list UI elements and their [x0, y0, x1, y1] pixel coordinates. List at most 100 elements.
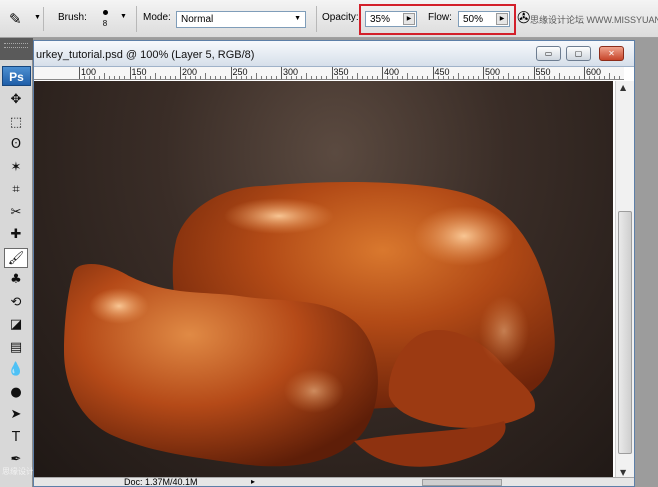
vertical-scrollbar[interactable]: ▲ ▼ — [615, 81, 634, 479]
brush-tip-icon — [102, 10, 108, 15]
path-selection-icon: ➤ — [10, 407, 22, 422]
ruler-minor-tick — [619, 76, 621, 79]
brush-label: Brush: — [58, 12, 87, 23]
ruler-minor-tick — [291, 76, 293, 79]
lasso-tool[interactable]: ʘ — [4, 135, 28, 155]
maximize-button[interactable]: ▢ — [566, 46, 591, 61]
document-window: urkey_tutorial.psd @ 100% (Layer 5, RGB/… — [33, 40, 635, 487]
minimize-button[interactable]: ▭ — [536, 46, 561, 61]
ruler-minor-tick — [361, 76, 363, 79]
ruler-minor-tick — [614, 76, 616, 79]
crop-icon: ⌗ — [12, 182, 20, 197]
scroll-thumb[interactable] — [618, 211, 632, 454]
ruler-minor-tick — [609, 73, 611, 79]
history-brush-tool[interactable]: ⟲ — [4, 293, 28, 313]
toolbox-grip[interactable] — [0, 38, 33, 60]
ruler-minor-tick — [341, 76, 343, 79]
ruler-minor-tick — [599, 76, 601, 79]
scroll-up-icon[interactable]: ▲ — [620, 83, 626, 92]
document-titlebar[interactable]: urkey_tutorial.psd @ 100% (Layer 5, RGB/… — [34, 41, 634, 67]
brush-preset-picker[interactable]: 8 — [96, 8, 114, 32]
ruler-minor-tick — [457, 73, 459, 79]
ruler-minor-tick — [225, 76, 227, 79]
ruler-minor-tick — [200, 76, 202, 79]
marquee-icon: ⬚ — [9, 114, 23, 130]
photoshop-logo[interactable]: Ps — [2, 66, 31, 86]
ruler-minor-tick — [538, 76, 540, 79]
ruler-minor-tick — [568, 76, 570, 79]
ruler-minor-tick — [417, 76, 419, 79]
ruler-minor-tick — [553, 76, 555, 79]
pen-icon: ✒ — [10, 452, 22, 467]
ruler-minor-tick — [195, 76, 197, 79]
eraser-tool[interactable]: ◪ — [4, 315, 28, 335]
ruler-minor-tick — [589, 76, 591, 79]
ruler-minor-tick — [427, 76, 429, 79]
ruler-tick — [483, 67, 484, 79]
mode-select[interactable]: Normal ▼ — [176, 11, 306, 28]
tool-preset-picker[interactable]: ✎ ▼ — [4, 7, 44, 31]
brush-size: 8 — [102, 19, 108, 28]
dodge-tool[interactable]: ● — [4, 383, 28, 403]
photoshop-window: ✎ ▼ Brush: 8 ▼ Mode: Normal ▼ Opacity: 3… — [0, 0, 658, 487]
ruler-tick — [79, 67, 80, 79]
highlight — [224, 198, 334, 234]
highlight — [414, 206, 514, 266]
ruler-minor-tick — [275, 76, 277, 79]
healing-brush-tool[interactable]: ✚ — [4, 225, 28, 245]
canvas[interactable] — [34, 81, 613, 479]
ruler-minor-tick — [124, 76, 126, 79]
brush-tool[interactable]: 🖌 — [4, 247, 28, 268]
watermark: 思缘设计论坛 WWW.MISSYUAN.COM — [530, 15, 658, 25]
ruler-minor-tick — [437, 76, 439, 79]
ruler-minor-tick — [392, 76, 394, 79]
ruler-minor-tick — [255, 73, 257, 79]
status-menu-arrow[interactable]: ▸ — [251, 478, 255, 486]
airbrush-icon[interactable]: ✇ — [517, 8, 530, 28]
magic-wand-tool[interactable]: ✶ — [4, 158, 28, 178]
ruler-minor-tick — [301, 76, 303, 79]
annotation-highlight — [359, 4, 516, 35]
ruler-minor-tick — [447, 76, 449, 79]
ruler-minor-tick — [169, 76, 171, 79]
horizontal-scroll-thumb[interactable] — [422, 479, 502, 486]
scroll-down-icon[interactable]: ▼ — [620, 468, 626, 477]
ruler-minor-tick — [321, 76, 323, 79]
ruler-minor-tick — [452, 76, 454, 79]
toolbox: Ps ✥ ⬚ ʘ ✶ ⌗ ✂ ✚ 🖌 ♣ ⟲ ◪ ▤ 💧 ● ➤ T ✒ — [0, 38, 33, 487]
crop-tool[interactable]: ⌗ — [4, 180, 28, 200]
clone-stamp-tool[interactable]: ♣ — [4, 270, 28, 290]
chevron-down-icon[interactable]: ▼ — [120, 13, 127, 20]
ruler-minor-tick — [498, 76, 500, 79]
ruler-minor-tick — [346, 76, 348, 79]
close-button[interactable]: ✕ — [599, 46, 624, 61]
gradient-icon: ▤ — [9, 339, 23, 355]
clone-stamp-icon: ♣ — [10, 272, 22, 287]
ruler-minor-tick — [316, 76, 318, 79]
ruler-minor-tick — [109, 76, 111, 79]
ruler-minor-tick — [472, 76, 474, 79]
ruler-minor-tick — [89, 76, 91, 79]
gradient-tool[interactable]: ▤ — [4, 338, 28, 358]
horizontal-ruler[interactable]: 10015020025030035040045050055060065 — [34, 67, 624, 80]
slice-tool[interactable]: ✂ — [4, 203, 28, 223]
blur-tool[interactable]: 💧 — [4, 360, 28, 380]
marquee-tool[interactable]: ⬚ — [4, 113, 28, 133]
ruler-minor-tick — [462, 76, 464, 79]
ruler-minor-tick — [260, 76, 262, 79]
ruler-minor-tick — [159, 76, 161, 79]
brush-icon: ✎ — [9, 11, 22, 28]
move-tool[interactable]: ✥ — [4, 90, 28, 110]
ruler-minor-tick — [119, 76, 121, 79]
ruler-minor-tick — [185, 76, 187, 79]
history-brush-icon: ⟲ — [10, 294, 22, 310]
ruler-minor-tick — [154, 73, 156, 79]
chevron-down-icon: ▼ — [34, 14, 41, 21]
brush-icon: 🖌 — [7, 250, 25, 266]
path-selection-tool[interactable]: ➤ — [4, 405, 28, 425]
ruler-minor-tick — [286, 76, 288, 79]
ruler-minor-tick — [326, 76, 328, 79]
type-tool[interactable]: T — [4, 428, 28, 448]
lasso-icon: ʘ — [10, 137, 22, 152]
ruler-minor-tick — [548, 76, 550, 79]
